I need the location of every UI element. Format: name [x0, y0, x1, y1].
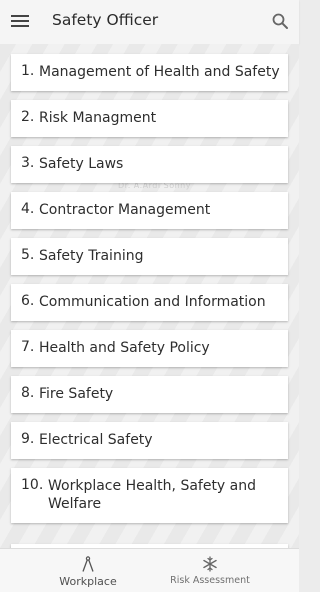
bottom-navigation: Workplace Risk Assessment: [0, 548, 299, 592]
topic-card-10[interactable]: 10. Workplace Health, Safety and Welfare: [11, 468, 288, 523]
topic-label: Fire Safety: [39, 386, 114, 402]
topic-label: Electrical Safety: [39, 432, 153, 448]
topic-number: 5.: [21, 247, 35, 263]
topic-number: 4.: [21, 201, 35, 217]
topic-card-5[interactable]: 5. Safety Training: [11, 238, 288, 275]
app-title: Safety Officer: [52, 11, 159, 29]
topic-number: 2.: [21, 109, 35, 125]
topic-label: Risk Managment: [39, 110, 157, 126]
topic-card-1[interactable]: 1. Management of Health and Safety: [11, 54, 288, 91]
app-bar: Safety Officer: [0, 0, 299, 44]
compass-icon: [82, 556, 94, 572]
topic-number: 6.: [21, 293, 35, 309]
topic-label: Workplace Health, Safety and Welfare: [48, 478, 257, 512]
snowflake-icon: [203, 556, 217, 572]
topic-card-6[interactable]: 6. Communication and Information: [11, 284, 288, 321]
topic-card-3[interactable]: 3. Safety Laws: [11, 146, 288, 183]
topic-number: 10.: [21, 477, 44, 493]
nav-workplace-label: Workplace: [59, 575, 117, 588]
topic-card-8[interactable]: 8. Fire Safety: [11, 376, 288, 413]
topic-card-7[interactable]: 7. Health and Safety Policy: [11, 330, 288, 367]
topic-card-2[interactable]: 2. Risk Managment: [11, 100, 288, 137]
topic-number: 8.: [21, 385, 35, 401]
topic-list[interactable]: Dr. A.Ardi Sonny 1. Management of Health…: [0, 44, 299, 548]
topic-number: 3.: [21, 155, 35, 171]
search-icon[interactable]: [271, 12, 289, 30]
topic-label: Safety Laws: [39, 156, 124, 172]
nav-risk-assessment[interactable]: Risk Assessment: [160, 549, 260, 592]
topic-label: Health and Safety Policy: [39, 340, 210, 356]
topic-number: 1.: [21, 63, 35, 79]
topic-label: Safety Training: [39, 248, 144, 264]
nav-risk-assessment-label: Risk Assessment: [170, 575, 250, 586]
topic-label: Contractor Management: [39, 202, 211, 218]
topic-number: 7.: [21, 339, 35, 355]
nav-workplace[interactable]: Workplace: [48, 549, 128, 592]
topic-number: 9.: [21, 431, 35, 447]
hamburger-menu-icon[interactable]: [11, 14, 29, 28]
topic-card-4[interactable]: 4. Contractor Management: [11, 192, 288, 229]
topic-label: Management of Health and Safety: [39, 64, 280, 80]
topic-label: Communication and Information: [39, 294, 266, 310]
topic-card-9[interactable]: 9. Electrical Safety: [11, 422, 288, 459]
